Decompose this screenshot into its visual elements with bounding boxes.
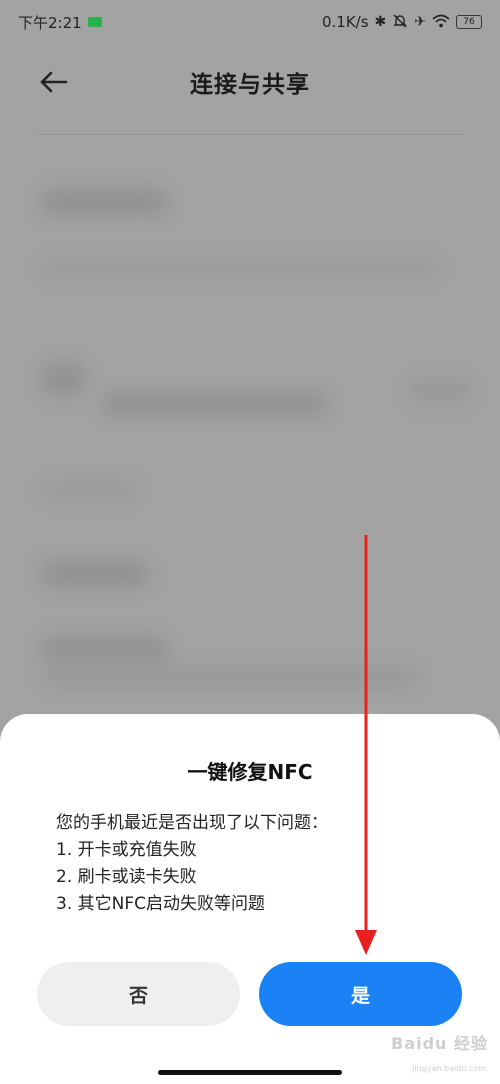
wifi-icon [432, 14, 450, 31]
page-title: 连接与共享 [190, 72, 310, 98]
airplane-icon: ✈ [414, 14, 426, 30]
battery-level: 76 [463, 17, 475, 27]
dialog-item: 2. 刷卡或读卡失败 [56, 867, 197, 887]
dialog-body: 您的手机最近是否出现了以下问题： 1. 开卡或充值失败 2. 刷卡或读卡失败 3… [56, 810, 456, 918]
watermark-url: jingyan.baidu.com [412, 1064, 486, 1073]
network-speed: 0.1K/s [321, 13, 369, 31]
status-left: 下午2:21 [18, 12, 102, 33]
nfc-repair-dialog: 一键修复NFC 您的手机最近是否出现了以下问题： 1. 开卡或充值失败 2. 刷… [0, 714, 500, 1084]
battery-icon: 76 [456, 15, 482, 29]
dialog-title: 一键修复NFC [187, 760, 313, 784]
header-divider [36, 134, 464, 135]
charging-indicator-icon [87, 17, 102, 27]
status-bar: 下午2:21 0.1K/s ✱ ✈ 76 [0, 0, 500, 44]
watermark-logo: Baidu 经验 [391, 1034, 488, 1053]
mute-icon [392, 13, 408, 32]
dialog-item: 3. 其它NFC启动失败等问题 [56, 894, 265, 914]
blurred-item [40, 258, 440, 280]
header: 连接与共享 [0, 52, 500, 112]
dialog-item: 1. 开卡或充值失败 [56, 840, 197, 860]
blurred-item [40, 362, 86, 396]
blurred-item [40, 188, 170, 216]
blurred-item [410, 378, 470, 404]
status-time: 下午2:21 [18, 13, 82, 32]
status-right: 0.1K/s ✱ ✈ 76 [322, 13, 482, 32]
blurred-item [40, 636, 170, 662]
dialog-question: 您的手机最近是否出现了以下问题： [56, 813, 328, 833]
home-indicator[interactable] [158, 1070, 342, 1075]
bluetooth-icon: ✱ [374, 14, 387, 30]
blurred-item [40, 560, 150, 588]
yes-button[interactable]: 是 [259, 962, 462, 1026]
blurred-item [100, 392, 330, 416]
no-button[interactable]: 否 [37, 962, 240, 1026]
back-arrow-icon[interactable] [36, 64, 72, 100]
blurred-item [40, 666, 420, 688]
blurred-item [40, 480, 140, 500]
